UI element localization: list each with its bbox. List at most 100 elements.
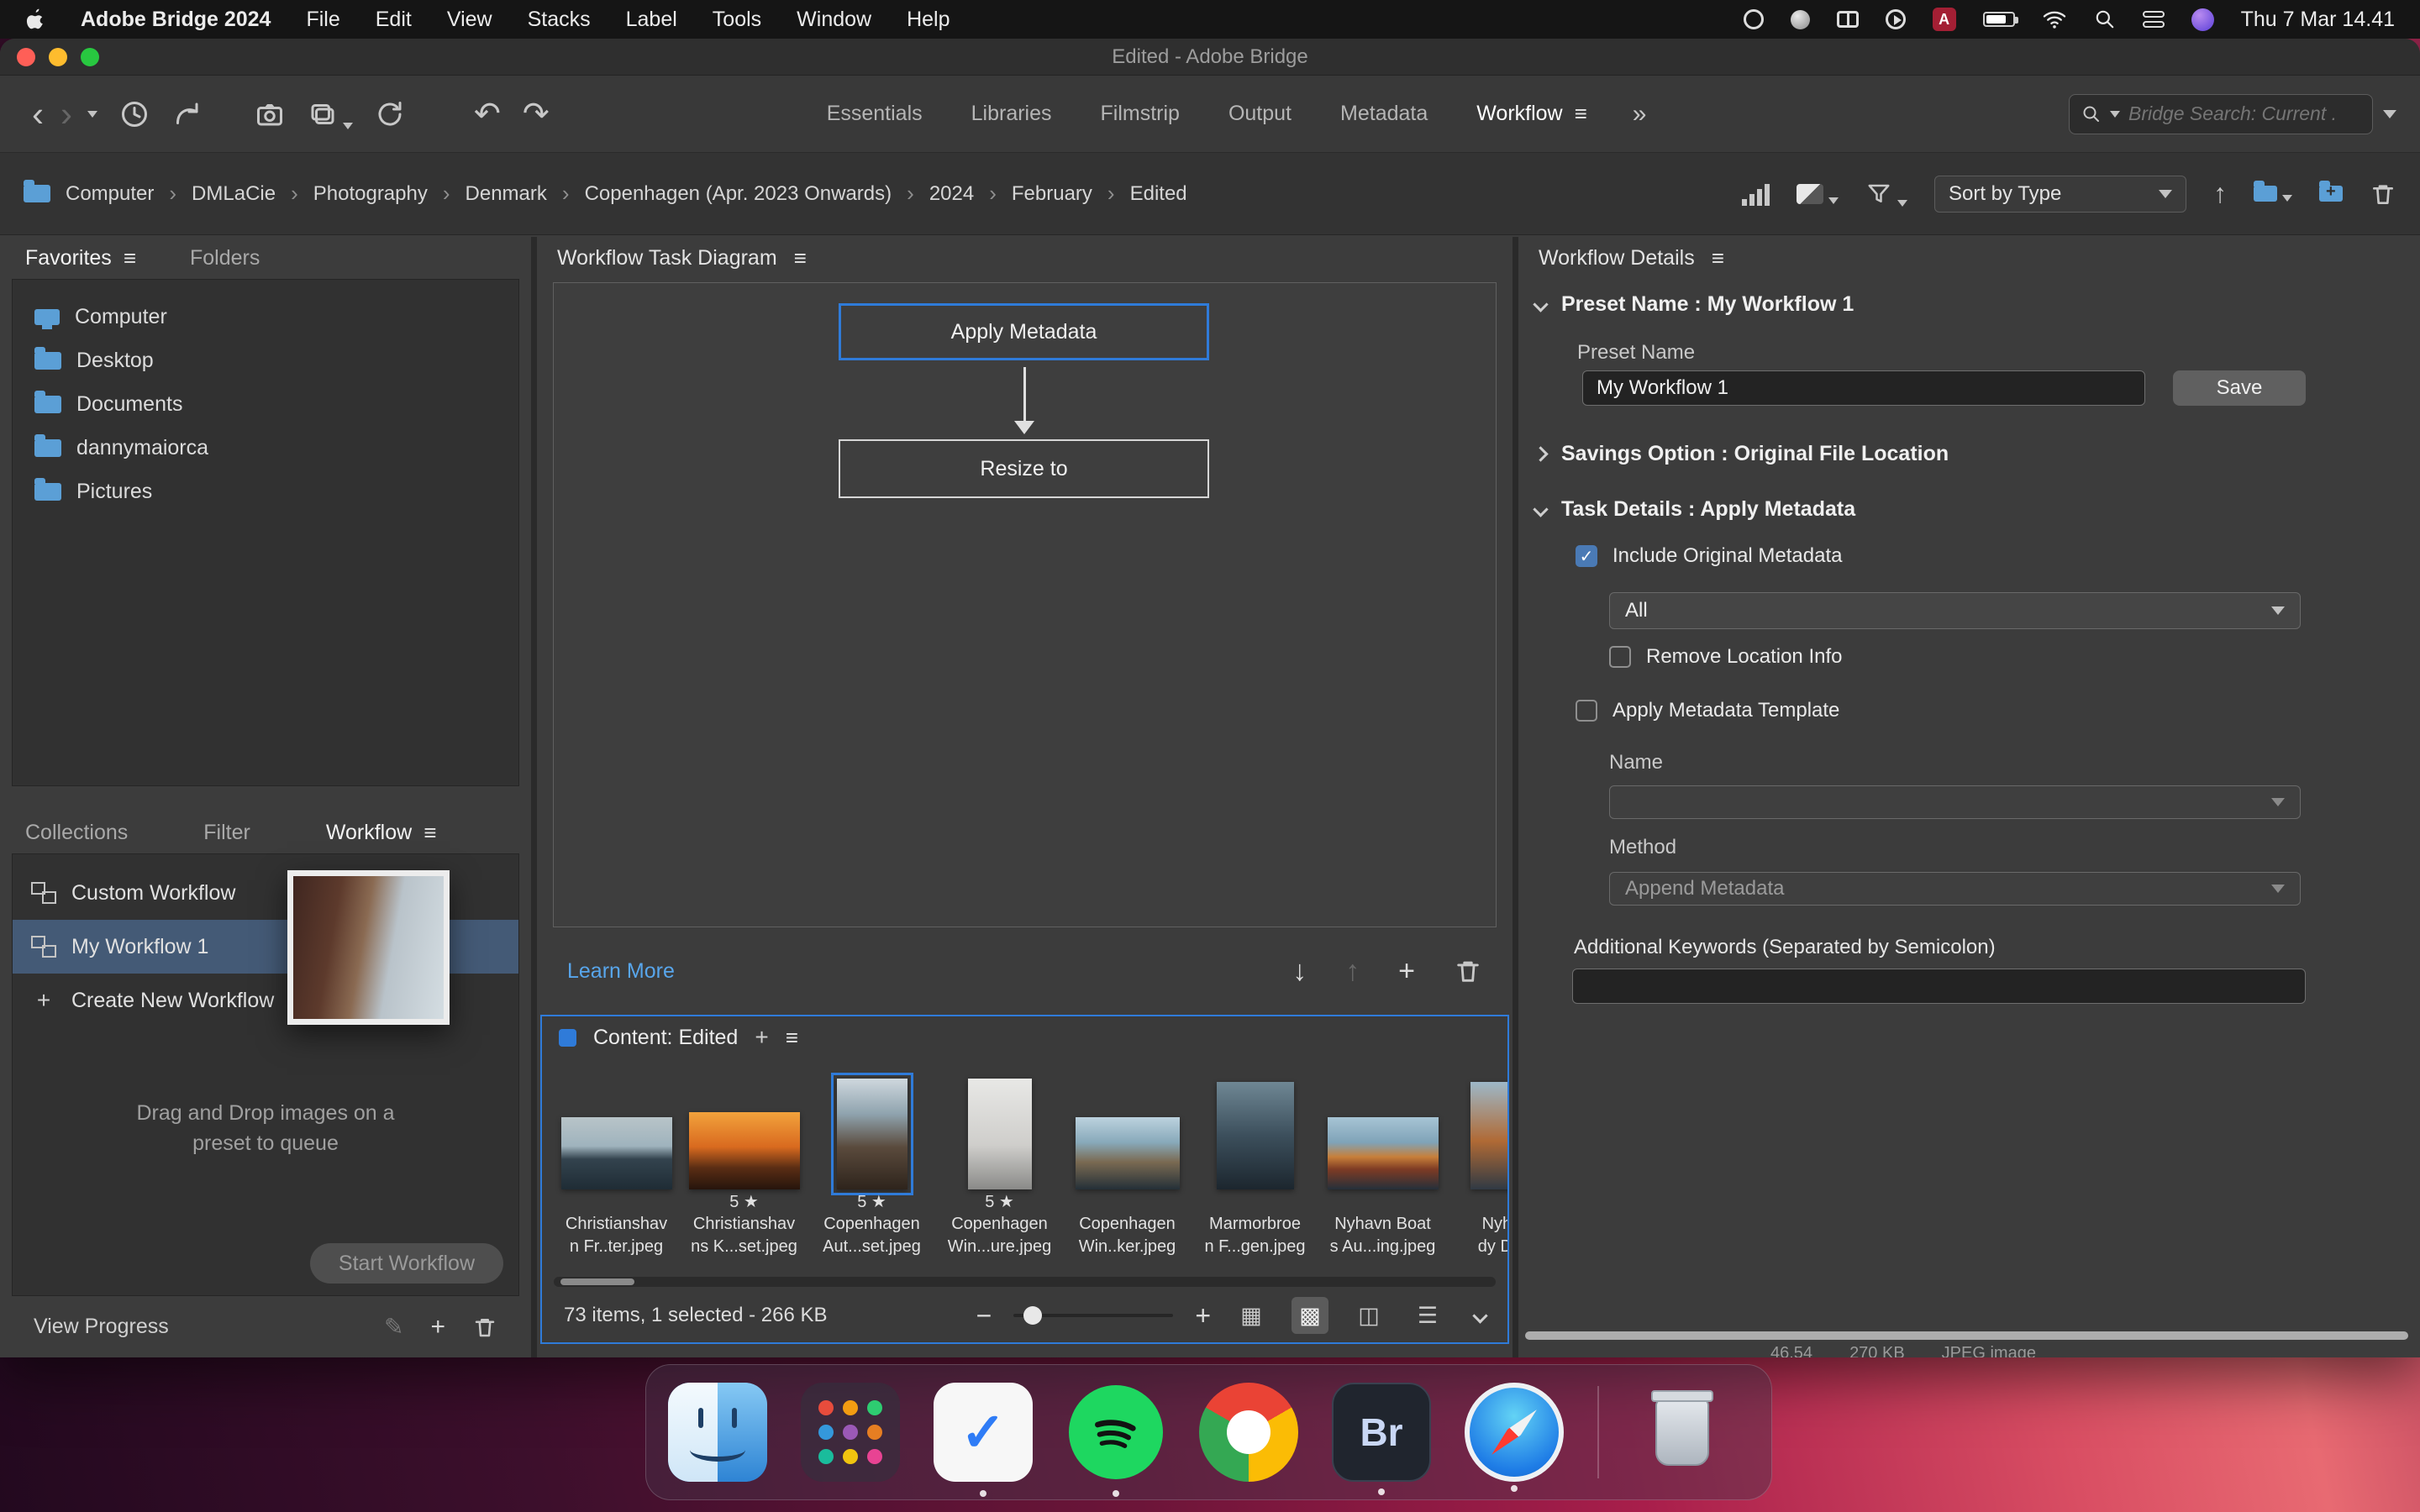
content-horizontal-scrollbar[interactable] bbox=[554, 1277, 1496, 1287]
view-progress-label[interactable]: View Progress bbox=[34, 1315, 169, 1339]
close-button[interactable] bbox=[17, 48, 35, 66]
wifi-icon[interactable] bbox=[2042, 9, 2067, 29]
battery-icon[interactable] bbox=[1983, 12, 2015, 27]
thumbnail-item[interactable]: Marmorbroe n F...gen.jpeg bbox=[1194, 1079, 1316, 1275]
favorite-computer[interactable]: Computer bbox=[13, 295, 518, 339]
bridge-search[interactable] bbox=[2069, 94, 2373, 134]
photo-thumbnail[interactable] bbox=[561, 1117, 672, 1189]
gradient-filter-icon[interactable] bbox=[1797, 184, 1839, 204]
profile-icon[interactable] bbox=[2191, 8, 2214, 31]
spotlight-search-icon[interactable] bbox=[2094, 8, 2116, 30]
workflow-tab-menu-icon[interactable]: ≡ bbox=[1575, 101, 1587, 127]
favorites-panel-menu-icon[interactable]: ≡ bbox=[124, 245, 136, 271]
menu-edit[interactable]: Edit bbox=[358, 8, 429, 32]
animal-logo-icon[interactable] bbox=[1791, 10, 1810, 29]
dock-spotify-icon[interactable] bbox=[1066, 1383, 1165, 1482]
tab-metadata[interactable]: Metadata bbox=[1340, 102, 1428, 126]
tab-favorites[interactable]: Favorites ≡ bbox=[25, 245, 136, 271]
zoom-out-icon[interactable]: − bbox=[976, 1300, 992, 1331]
rating-filter-icon[interactable] bbox=[1742, 182, 1770, 206]
crumb-copenhagen[interactable]: Copenhagen (Apr. 2023 Onwards) bbox=[585, 182, 892, 206]
menu-window[interactable]: Window bbox=[779, 8, 889, 32]
chevron-right-icon[interactable] bbox=[1533, 446, 1548, 461]
redo-icon[interactable]: ↷ bbox=[523, 95, 550, 133]
task-node-resize-to[interactable]: Resize to bbox=[839, 439, 1209, 498]
view-detail-button[interactable]: ◫ bbox=[1350, 1297, 1387, 1334]
sort-dropdown[interactable]: Sort by Type bbox=[1934, 176, 2186, 213]
photo-thumbnail[interactable] bbox=[1328, 1117, 1439, 1189]
drag-preview-thumbnail[interactable] bbox=[287, 870, 450, 1025]
apple-menu[interactable] bbox=[25, 8, 63, 31]
menu-file[interactable]: File bbox=[288, 8, 357, 32]
menu-bar-clock[interactable]: Thu 7 Mar 14.41 bbox=[2241, 8, 2395, 32]
tabs-overflow-icon[interactable]: » bbox=[1633, 100, 1647, 129]
task-details-section[interactable]: Task Details : Apply Metadata bbox=[1535, 497, 1855, 522]
dock-finder-icon[interactable] bbox=[668, 1383, 767, 1482]
menu-help[interactable]: Help bbox=[889, 8, 967, 32]
thumbnail-item[interactable]: Copenhagen Win..ker.jpeg bbox=[1066, 1079, 1188, 1275]
apply-template-checkbox[interactable] bbox=[1576, 700, 1597, 722]
crumb-february[interactable]: February bbox=[1012, 182, 1092, 206]
chevron-down-icon[interactable] bbox=[1533, 297, 1548, 312]
back-button[interactable]: ‹ bbox=[24, 97, 52, 132]
add-task-icon[interactable]: + bbox=[1398, 955, 1415, 988]
filter-funnel-icon[interactable] bbox=[1865, 181, 1907, 207]
crumb-denmark[interactable]: Denmark bbox=[466, 182, 547, 206]
search-scope-caret[interactable] bbox=[2110, 111, 2120, 118]
app-menu-title[interactable]: Adobe Bridge 2024 bbox=[63, 8, 288, 32]
metadata-scope-dropdown[interactable]: All bbox=[1609, 592, 2301, 629]
control-center-icon[interactable] bbox=[2143, 11, 2165, 28]
diagram-menu-icon[interactable]: ≡ bbox=[794, 245, 807, 271]
savings-option-section[interactable]: Savings Option : Original File Location bbox=[1535, 442, 1949, 466]
photo-thumbnail[interactable] bbox=[837, 1079, 908, 1189]
move-task-up-icon[interactable]: ↑ bbox=[1345, 955, 1360, 988]
recent-history-icon[interactable] bbox=[119, 99, 150, 129]
tab-output[interactable]: Output bbox=[1228, 102, 1292, 126]
learn-more-link[interactable]: Learn More bbox=[567, 959, 675, 984]
thumbnail-item[interactable]: Christianshav n Fr..ter.jpeg bbox=[555, 1079, 677, 1275]
add-preset-icon[interactable]: + bbox=[430, 1313, 445, 1341]
dock-chrome-icon[interactable] bbox=[1199, 1383, 1298, 1482]
tab-essentials[interactable]: Essentials bbox=[827, 102, 923, 126]
details-horizontal-scrollbar[interactable] bbox=[1525, 1331, 2408, 1340]
include-original-row[interactable]: ✓ Include Original Metadata bbox=[1576, 544, 1843, 568]
nav-history-caret[interactable] bbox=[87, 111, 97, 118]
details-menu-icon[interactable]: ≡ bbox=[1712, 245, 1724, 271]
view-options-chevron[interactable] bbox=[1472, 1308, 1487, 1323]
slider-knob[interactable] bbox=[1023, 1306, 1042, 1325]
favorite-home[interactable]: dannymaiorca bbox=[13, 426, 518, 470]
content-add-icon[interactable]: + bbox=[755, 1024, 768, 1051]
task-node-apply-metadata[interactable]: Apply Metadata bbox=[839, 303, 1209, 360]
tab-filter[interactable]: Filter bbox=[203, 821, 250, 845]
recent-folders-icon[interactable] bbox=[2254, 186, 2292, 202]
delete-preset-icon[interactable] bbox=[472, 1315, 497, 1340]
crumb-edited[interactable]: Edited bbox=[1130, 182, 1187, 206]
dock-trash-icon[interactable] bbox=[1633, 1383, 1732, 1482]
refresh-icon[interactable] bbox=[375, 99, 405, 129]
view-thumbnail-button[interactable]: ▩ bbox=[1292, 1297, 1328, 1334]
method-dropdown[interactable]: Append Metadata bbox=[1609, 872, 2301, 906]
preset-name-input[interactable] bbox=[1582, 370, 2145, 406]
remove-location-row[interactable]: Remove Location Info bbox=[1609, 645, 1842, 669]
logo-ring-icon[interactable] bbox=[1744, 9, 1764, 29]
crumb-drive[interactable]: DMLaCie bbox=[192, 182, 276, 206]
view-grid-lock-button[interactable]: ▦ bbox=[1233, 1297, 1270, 1334]
dock-things-icon[interactable]: ✓ bbox=[934, 1383, 1033, 1482]
favorite-desktop[interactable]: Desktop bbox=[13, 339, 518, 382]
tab-folders[interactable]: Folders bbox=[190, 246, 260, 270]
apply-template-row[interactable]: Apply Metadata Template bbox=[1576, 699, 1839, 722]
delete-task-icon[interactable] bbox=[1454, 957, 1482, 985]
photo-thumbnail[interactable] bbox=[968, 1079, 1032, 1189]
menu-tools[interactable]: Tools bbox=[695, 8, 779, 32]
thumbnail-item[interactable]: Nyhavn Boat s Au...ing.jpeg bbox=[1322, 1079, 1444, 1275]
new-folder-icon[interactable] bbox=[2319, 186, 2343, 202]
thumbnail-item[interactable]: 5 ★ Christianshav ns K...set.jpeg bbox=[683, 1079, 805, 1275]
dock-launchpad-icon[interactable] bbox=[801, 1383, 900, 1482]
photo-thumbnail[interactable] bbox=[1076, 1117, 1180, 1189]
crumb-computer[interactable]: Computer bbox=[66, 182, 154, 206]
undo-icon[interactable]: ↶ bbox=[474, 95, 501, 133]
chevron-down-icon[interactable] bbox=[1533, 501, 1548, 517]
tab-workflow[interactable]: Workflow ≡ bbox=[1476, 101, 1587, 127]
remove-location-checkbox[interactable] bbox=[1609, 646, 1631, 668]
move-task-down-icon[interactable]: ↓ bbox=[1292, 955, 1307, 988]
